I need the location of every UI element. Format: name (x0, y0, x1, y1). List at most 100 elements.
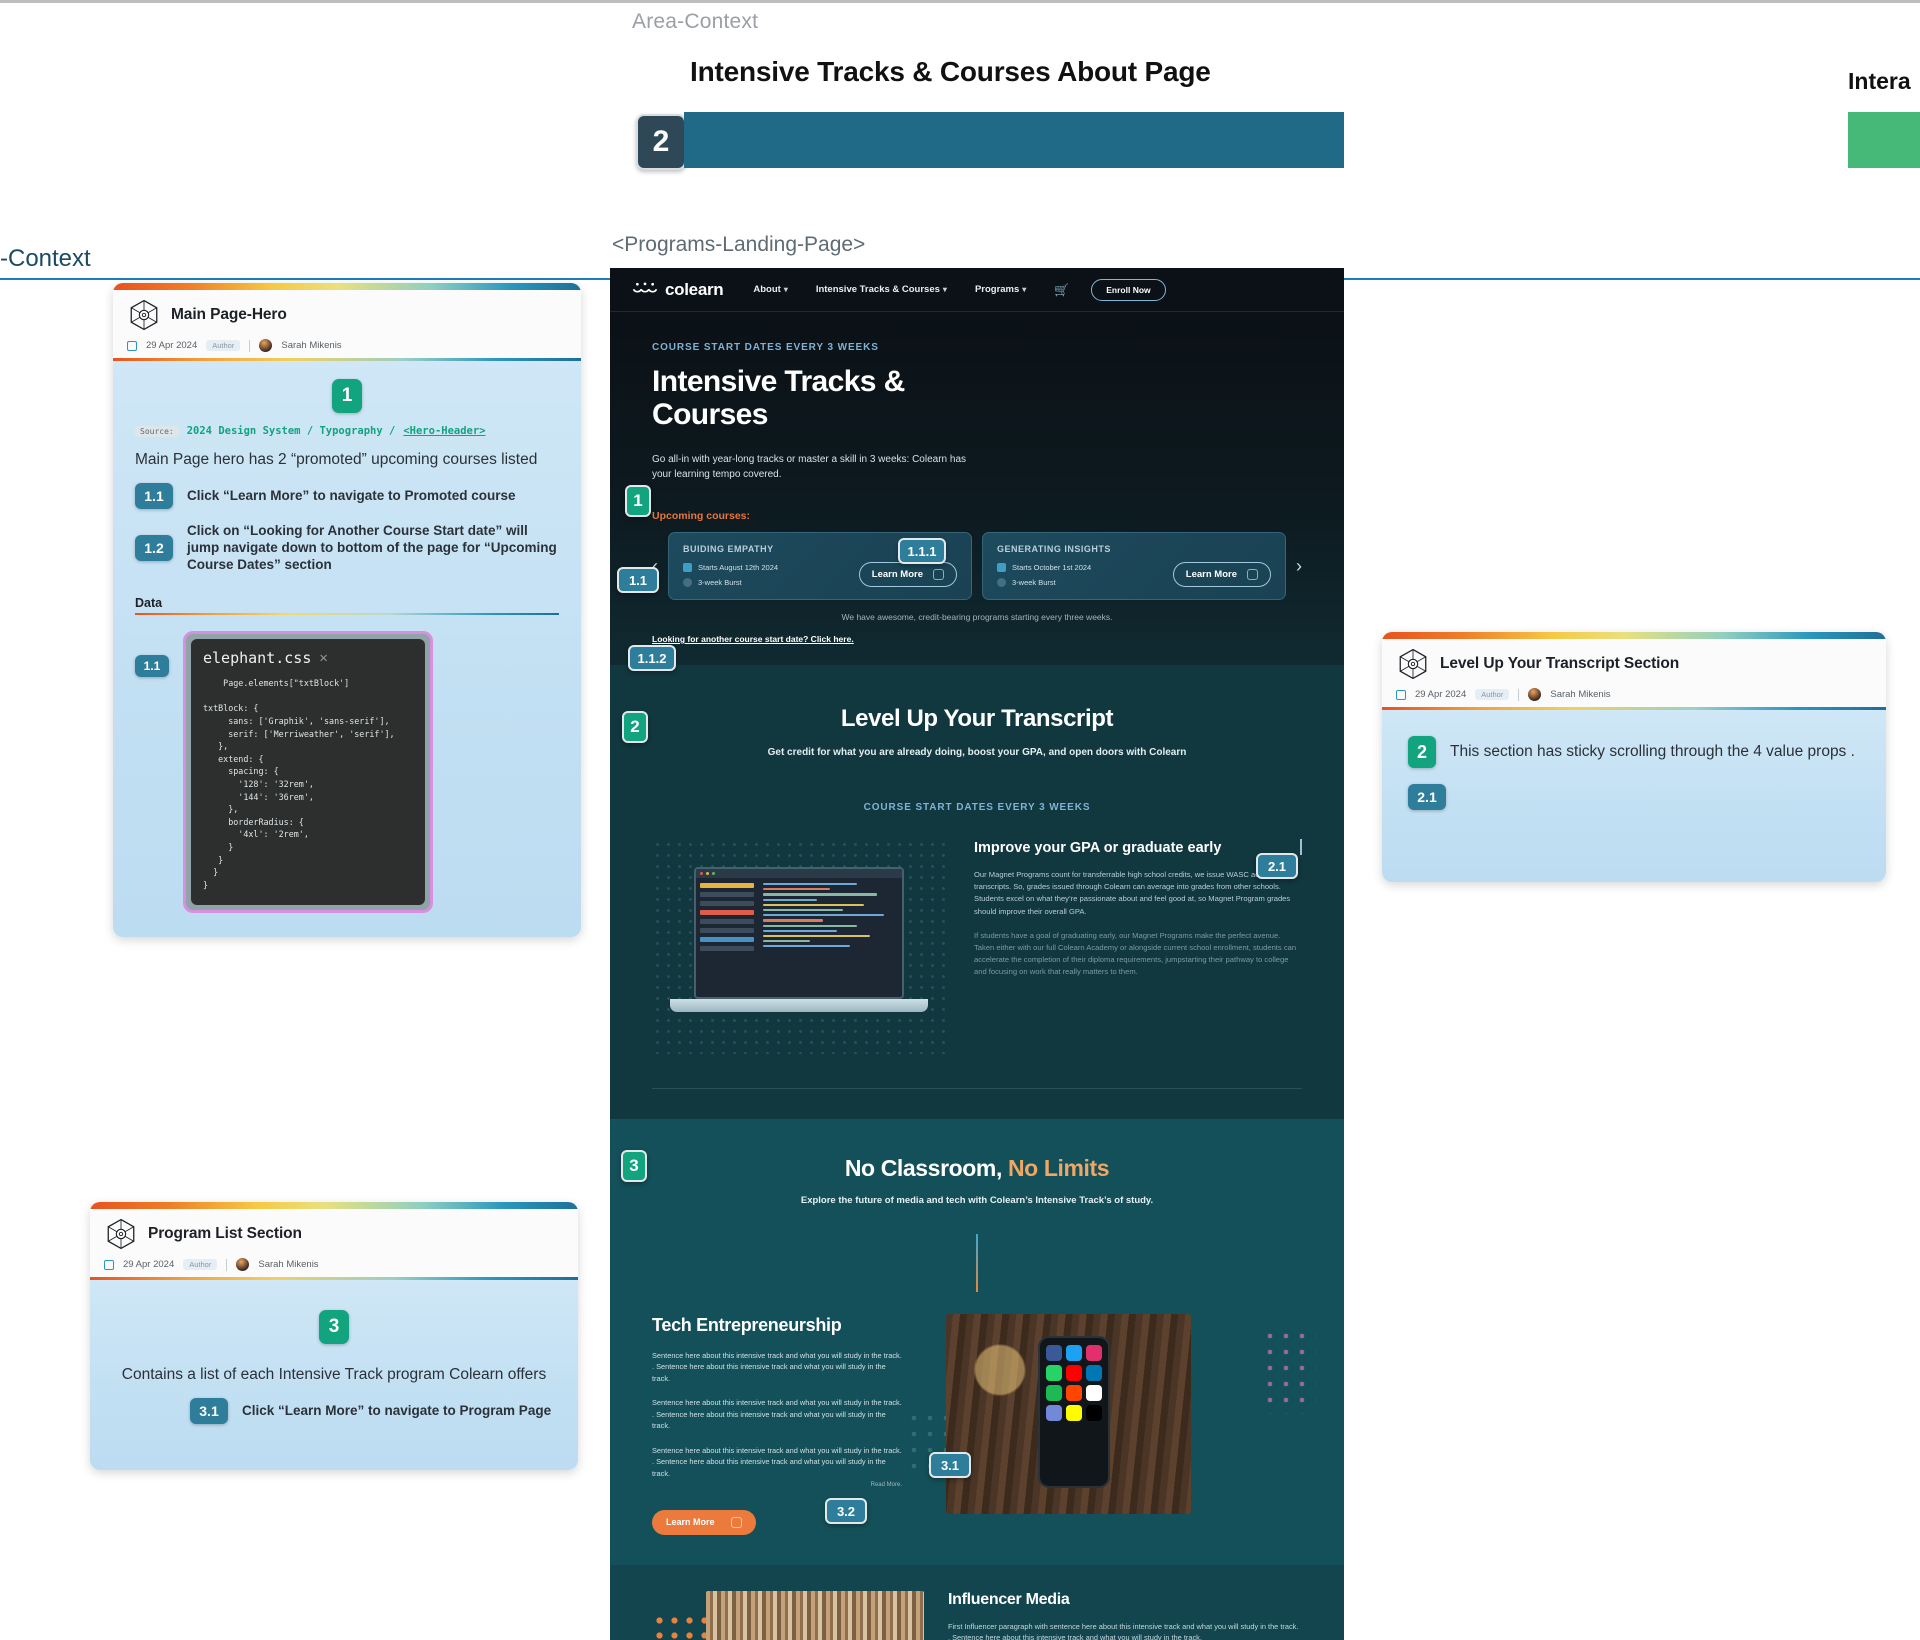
programs-landing-page-mockup: colearn About ▾ Intensive Tracks & Course… (610, 268, 1344, 1640)
card-title: Main Page-Hero (171, 306, 287, 323)
nav-item-intensive-tracks[interactable]: Intensive Tracks & Courses ▾ (816, 284, 947, 295)
overlay-badge-2-1: 2.1 (1256, 853, 1298, 879)
laptop-base (670, 999, 928, 1012)
value-prop-text: Improve your GPA or graduate early Our M… (974, 839, 1302, 978)
card-body: 3 Contains a list of each Intensive Trac… (90, 1280, 578, 1470)
card-author: Sarah Mikenis (281, 340, 342, 351)
data-section-label: Data (135, 595, 163, 610)
phone-device (1038, 1336, 1110, 1489)
card-author: Sarah Mikenis (258, 1259, 319, 1270)
card-date: 29 Apr 2024 (146, 340, 198, 351)
calendar-icon (127, 340, 137, 351)
note-item: 3.1 Click “Learn More” to navigate to Pr… (190, 1398, 556, 1424)
note-item: 1.1 Click “Learn More” to navigate to Pr… (135, 483, 559, 509)
code-content: Page.elements["txtBlock'] txtBlock: { sa… (203, 678, 395, 890)
enroll-now-button[interactable]: Enroll Now (1091, 278, 1166, 301)
brand-logo[interactable]: colearn (632, 280, 724, 300)
calendar-icon (683, 562, 692, 572)
track-heading: Tech Entrepreneurship (652, 1315, 842, 1336)
overlay-badge-3-2: 3.2 (825, 1498, 867, 1524)
nav-label: About (753, 284, 781, 295)
cube-icon (104, 1217, 138, 1251)
dot-decoration-right (1262, 1328, 1316, 1415)
transcript-subheading: Get credit for what you are already doin… (767, 747, 1187, 758)
calendar-icon (997, 562, 1006, 572)
card-meta: 29 Apr 2024 Author Sarah Mikenis (1396, 688, 1872, 701)
course-name: GENERATING INSIGHTS (997, 544, 1111, 554)
vertical-accent-line (975, 1234, 979, 1293)
left-context-label: r-Context (0, 245, 91, 272)
note-item-text: Click “Learn More” to navigate to Promot… (187, 487, 516, 503)
no-classroom-subheading: Explore the future of media and tech wit… (800, 1195, 1154, 1206)
value-prop-heading: Improve your GPA or graduate early (974, 840, 1222, 856)
card-date: 29 Apr 2024 (123, 1259, 175, 1270)
close-icon[interactable]: ✕ (319, 650, 327, 666)
page-title: Intensive Tracks & Courses About Page (690, 56, 1211, 87)
overlay-badge-3-1: 3.1 (929, 1452, 971, 1478)
chevron-down-icon: ▾ (1022, 285, 1027, 294)
programs-landing-page-label: <Programs-Landing-Page> (612, 233, 866, 256)
interaction-context-label: Intera (1848, 68, 1911, 94)
transcript-eyebrow: COURSE START DATES EVERY 3 WEEKS (863, 802, 1091, 813)
influencer-text: Influencer Media First Influencer paragr… (948, 1591, 1302, 1640)
hero-eyebrow: COURSE START DATES EVERY 3 WEEKS (652, 342, 879, 353)
hero-paragraph: Go all-in with year-long tracks or maste… (652, 454, 967, 480)
note-card-program-list[interactable]: Program List Section 29 Apr 2024 Author … (90, 1202, 578, 1470)
influencer-section: Influencer Media First Influencer paragr… (610, 1564, 1344, 1640)
scroll-tick-indicator (1300, 839, 1302, 855)
calendar-icon (1396, 689, 1406, 700)
phone-photo (946, 1314, 1191, 1515)
heading-main: No Classroom, (844, 1155, 1003, 1181)
card-author: Sarah Mikenis (1550, 689, 1611, 700)
chevron-down-icon: ▾ (942, 285, 947, 294)
track-learn-more-button[interactable]: Learn More (652, 1509, 756, 1535)
code-window[interactable]: elephant.css ✕ Page.elements["txtBlock']… (183, 631, 433, 914)
source-pill: Source: (135, 425, 179, 437)
nav-label: Programs (974, 284, 1020, 295)
phone-illustration (906, 1314, 1316, 1519)
card-header: Level Up Your Transcript Section 29 Apr … (1382, 639, 1886, 707)
course-duration: 3-week Burst (1012, 577, 1056, 587)
track-paragraph-2: Sentence here about this intensive track… (652, 1398, 902, 1431)
badge-1: 1 (332, 379, 362, 413)
card-lead-text: This section has sticky scrolling throug… (1450, 743, 1855, 760)
nav-item-about[interactable]: About ▾ (753, 284, 787, 295)
badge-1-1: 1.1 (135, 483, 173, 509)
area-context-bar (684, 112, 1344, 168)
learn-more-label: Learn More (666, 1517, 715, 1528)
heading-accent: No Limits (1007, 1155, 1110, 1181)
note-card-main-page-hero[interactable]: Main Page-Hero 29 Apr 2024 Author Sarah … (113, 283, 581, 938)
badge-3: 3 (319, 1310, 349, 1344)
nav-label: Intensive Tracks & Courses (815, 284, 940, 295)
bookshelf-photo (706, 1590, 924, 1640)
laptop-screen (694, 867, 904, 999)
note-item: 1.2 Click on “Looking for Another Course… (135, 523, 559, 574)
badge-data-1-1: 1.1 (135, 655, 169, 678)
code-tab[interactable]: elephant.css ✕ (203, 649, 413, 667)
hero-heading: Intensive Tracks & Courses (652, 365, 905, 431)
course-start-date: Starts October 1st 2024 (1012, 562, 1092, 572)
area-context-label: Area-Context (632, 10, 759, 33)
nav-item-programs[interactable]: Programs ▾ (975, 284, 1026, 295)
source-link[interactable]: <Hero-Header> (403, 425, 485, 437)
learn-more-button[interactable]: Learn More (858, 562, 957, 587)
carousel-next-icon[interactable]: › (1296, 556, 1302, 577)
card-body: 2 This section has sticky scrolling thro… (1382, 710, 1886, 882)
note-card-transcript-section[interactable]: Level Up Your Transcript Section 29 Apr … (1382, 632, 1886, 882)
colearn-logo-icon (632, 282, 658, 293)
books-illustration (652, 1590, 924, 1640)
dot-decoration-orange (652, 1612, 708, 1640)
transcript-section: Level Up Your Transcript Get credit for … (610, 665, 1344, 1119)
course-card[interactable]: GENERATING INSIGHTS Starts October 1st 2… (982, 532, 1286, 600)
courses-carousel: ‹ BUIDING EMPATHY Starts August 12th 202… (652, 532, 1302, 600)
learn-more-button[interactable]: Learn More (1172, 562, 1271, 587)
cart-icon[interactable]: 🛒 (1054, 283, 1069, 297)
card-header: Program List Section 29 Apr 2024 Author … (90, 1209, 578, 1277)
cube-icon (1396, 647, 1430, 681)
meta-divider (249, 339, 251, 352)
read-more-link[interactable]: Read More. (652, 1482, 902, 1488)
duration-icon (997, 577, 1006, 587)
site-navbar: colearn About ▾ Intensive Tracks & Course… (610, 268, 1344, 312)
chevron-down-icon: ▾ (783, 285, 788, 294)
another-start-date-link[interactable]: Looking for another course start date? C… (652, 634, 854, 644)
